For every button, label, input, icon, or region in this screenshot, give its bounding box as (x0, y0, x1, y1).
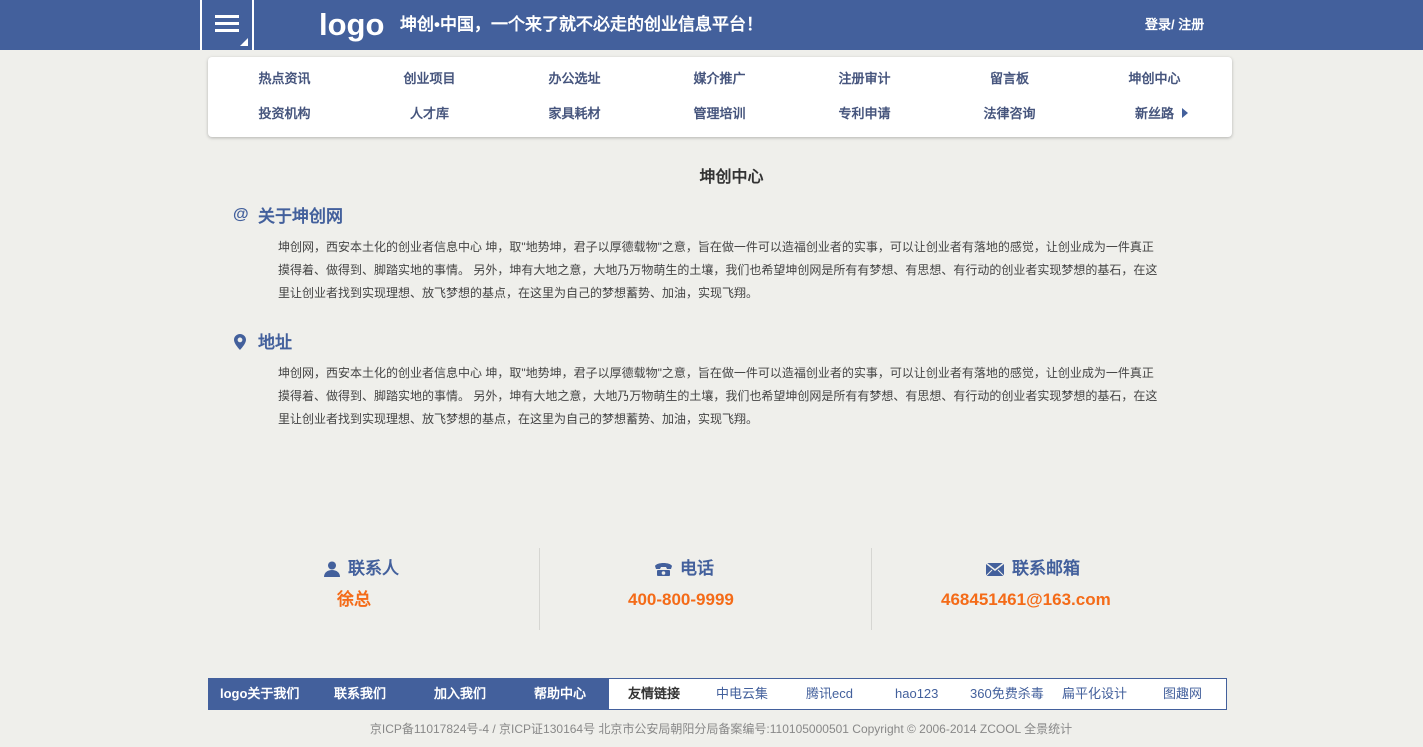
contact-email-label: 联系邮箱 (1012, 559, 1080, 578)
nav-item[interactable]: 留言板 (937, 71, 1082, 87)
nav-item[interactable]: 专利申请 (792, 106, 937, 122)
footer-link-join[interactable]: 加入我们 (434, 686, 486, 702)
contact-person-value: 徐总 (337, 590, 371, 609)
top-bar: logo 坤创•中国，一个来了就不必走的创业信息平台！ 登录/ 注册 (0, 0, 1423, 50)
nav-item[interactable]: 管理培训 (647, 106, 792, 122)
contact-phone-label: 电话 (680, 559, 714, 578)
contact-person-label: 联系人 (348, 559, 399, 578)
at-icon: @ (233, 206, 249, 223)
friend-link[interactable]: 360免费杀毒 (970, 686, 1044, 702)
hamburger-icon (215, 15, 239, 18)
nav-item[interactable]: 坤创中心 (1082, 71, 1227, 87)
friend-link[interactable]: 扁平化设计 (1062, 686, 1127, 702)
footer-link-contact[interactable]: 联系我们 (334, 686, 386, 702)
friend-link[interactable]: 中电云集 (716, 686, 768, 702)
map-pin-icon (234, 334, 246, 355)
hamburger-icon-bar (215, 29, 239, 32)
envelope-icon (985, 562, 1005, 581)
phone-icon (654, 562, 673, 581)
hamburger-icon-bar (215, 22, 239, 25)
copyright: 京ICP备11017824号-4 / 京ICP证130164号 北京市公安局朝阳… (369, 722, 1073, 736)
login-link[interactable]: 登录/ (1145, 17, 1175, 32)
section-heading-about: 关于坤创网 (258, 207, 343, 226)
category-nav: 热点资讯 创业项目 办公选址 媒介推广 注册审计 留言板 坤创中心 投资机构 人… (208, 57, 1232, 137)
page-title: 坤创中心 (699, 169, 764, 186)
person-icon (324, 561, 340, 582)
section-text-address: 坤创网，西安本土化的创业者信息中心 坤，取"地势坤，君子以厚德载物"之意，旨在做… (278, 366, 1158, 426)
nav-item[interactable]: 热点资讯 (212, 71, 357, 87)
caret-right-icon[interactable] (1182, 108, 1188, 118)
slogan: 坤创•中国，一个来了就不必走的创业信息平台！ (400, 15, 763, 34)
nav-item[interactable]: 办公选址 (502, 71, 647, 87)
nav-item[interactable]: 家具耗材 (502, 106, 647, 122)
friend-link[interactable]: 腾讯ecd (806, 686, 853, 702)
nav-item[interactable]: 媒介推广 (647, 71, 792, 87)
nav-item[interactable]: 投资机构 (212, 106, 357, 122)
contact-divider (539, 548, 540, 630)
contact-phone-value[interactable]: 400-800-9999 (628, 590, 734, 610)
friend-links-label: 友情链接 (628, 686, 681, 701)
footer-link-about[interactable]: logo关于我们 (220, 686, 299, 702)
menu-button[interactable] (200, 0, 254, 50)
nav-item[interactable]: 法律咨询 (937, 106, 1082, 122)
register-link[interactable]: 注册 (1178, 17, 1204, 32)
section-text-about: 坤创网，西安本土化的创业者信息中心 坤，取"地势坤，君子以厚德载物"之意，旨在做… (278, 240, 1158, 300)
nav-item[interactable]: 注册审计 (792, 71, 937, 87)
logo[interactable]: logo (319, 6, 384, 44)
footer-links-bar: logo关于我们 联系我们 加入我们 帮助中心 友情链接 中电云集 腾讯ecd … (208, 678, 1227, 710)
auth-links: 登录/ 注册 (1145, 17, 1204, 33)
friend-link[interactable]: 图趣网 (1163, 686, 1202, 702)
nav-item[interactable]: 新丝路 (1082, 106, 1227, 122)
contact-email-value[interactable]: 468451461@163.com (941, 590, 1111, 610)
corner-triangle-icon (240, 38, 248, 46)
nav-item[interactable]: 创业项目 (357, 71, 502, 87)
section-heading-address: 地址 (258, 333, 292, 352)
footer-link-help[interactable]: 帮助中心 (534, 686, 586, 702)
nav-item[interactable]: 人才库 (357, 106, 502, 122)
friend-link[interactable]: hao123 (895, 686, 938, 702)
contact-divider (871, 548, 872, 630)
